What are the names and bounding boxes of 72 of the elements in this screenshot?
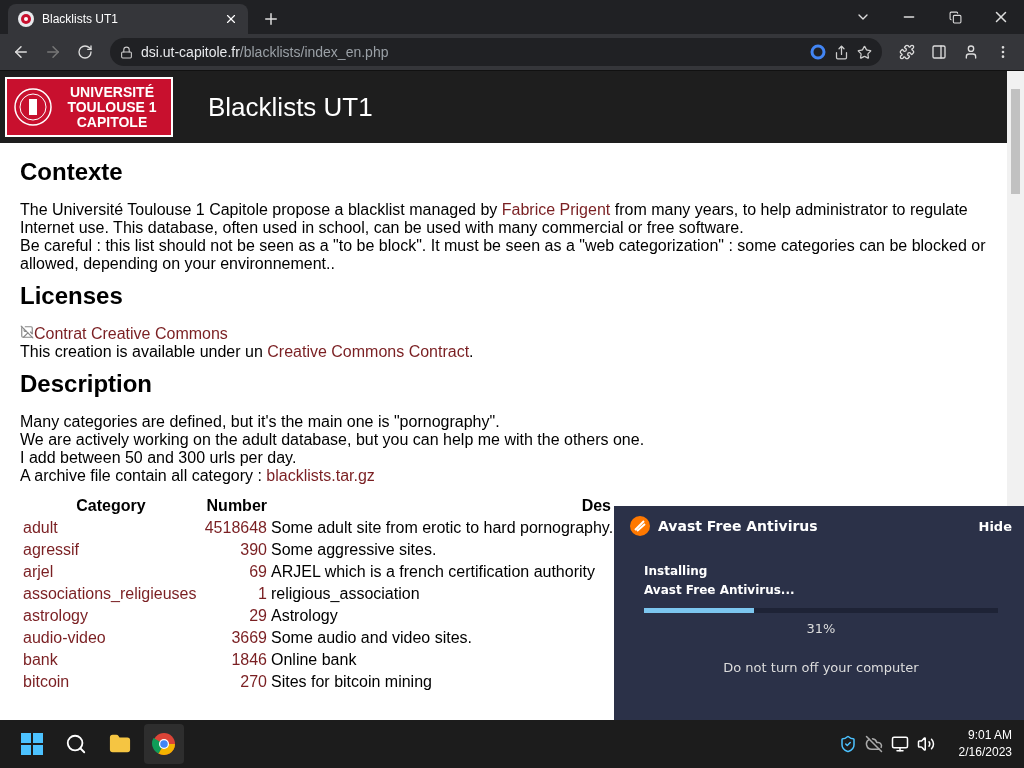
hide-button[interactable]: Hide [978, 518, 1012, 534]
security-icon[interactable] [838, 735, 857, 753]
category-link[interactable]: astrology [23, 607, 199, 625]
address-field[interactable]: dsi.ut-capitole.fr/blacklists/index_en.php [110, 38, 882, 66]
category-link[interactable]: associations_religieuses [23, 585, 199, 603]
category-link[interactable]: arjel [23, 563, 199, 581]
lock-icon [120, 45, 133, 59]
table-cell-text: 270 [239, 673, 267, 691]
column-header: Des [580, 497, 611, 515]
text-link[interactable]: blacklists.tar.gz [266, 467, 375, 484]
table-cell-text: 390 [239, 541, 267, 559]
browser-icon [152, 732, 176, 756]
cloud-off-icon[interactable] [864, 735, 883, 753]
table-cell-text: 3669 [230, 629, 267, 647]
table-cell-text: Some audio and video sites. [271, 629, 473, 647]
section-heading: Licenses [20, 287, 124, 305]
table-cell-text: Some aggressive sites. [271, 541, 438, 559]
table-cell-text: 69 [248, 563, 267, 581]
seal-icon [13, 87, 53, 127]
windows-logo-icon[interactable] [21, 733, 43, 755]
popup-title: Avast Free Antivirus [658, 518, 819, 534]
table-cell-text: ARJEL which is a french certification authority [271, 563, 596, 581]
forward-icon[interactable] [44, 43, 62, 61]
table-cell-text: 29 [248, 607, 267, 625]
back-icon[interactable] [12, 43, 30, 61]
site-title: Blacklists UT1 [208, 91, 373, 123]
clock[interactable]: 9:01 AM 2/16/2023 [958, 727, 1012, 761]
warning-text: Do not turn off your computer [723, 660, 919, 675]
share-icon[interactable] [834, 44, 849, 60]
table-cell-text: Online bank [271, 651, 358, 669]
category-link[interactable]: adult [23, 519, 199, 537]
paragraph: This creation is available under un Creative Commons Contract. [20, 343, 475, 361]
category-link[interactable]: bitcoin [23, 673, 199, 691]
folder-icon[interactable] [109, 733, 131, 755]
search-icon[interactable] [65, 733, 87, 755]
category-link[interactable]: agressif [23, 541, 199, 559]
logo-text: UNIVERSITÉ [70, 84, 154, 100]
close-icon[interactable] [224, 12, 238, 26]
paragraph: The Université Toulouse 1 Capitole propose a blacklist managed by Fabrice Prigent from many years, to help administrator to regulate Internet use. This database, often used in school, can be used with many commercial or free software. Be careful : this list should not be seen as a "to be block". It must be seen as a "web categorization" : some categories can be blocked or allowed, depending on your environnement.. [20, 201, 987, 273]
reload-icon[interactable] [77, 44, 93, 60]
table-cell: Some adult site from erotic to hard pornography. [271, 519, 611, 537]
section-heading: Contexte [20, 163, 124, 181]
progress-percent: 31% [806, 621, 836, 636]
column-header: Category [75, 497, 147, 515]
status-text: Installing Avast Free Antivirus... [644, 563, 796, 599]
table-cell-text: 1 [257, 585, 267, 603]
network-icon[interactable] [890, 735, 909, 753]
paragraph: Many categories are defined, but it's the main one is "pornography". We are actively working on the adult database, but you can help me with the others one. I add between 50 and 300 urls per day. A archive file contain all category : blacklists.tar.gz [20, 413, 646, 485]
side-panel-icon[interactable] [931, 44, 947, 60]
logo-text: CAPITOLE [76, 114, 148, 130]
browser-taskbar-button[interactable] [144, 724, 184, 764]
table-cell-text: 1846 [230, 651, 267, 669]
puzzle-icon[interactable] [899, 44, 915, 60]
site-icon [18, 11, 34, 27]
profile-icon[interactable] [963, 44, 979, 60]
text-link[interactable]: Fabrice Prigent [501, 201, 611, 218]
app-logo-icon [630, 516, 650, 536]
category-link[interactable]: bank [23, 651, 199, 669]
broken-image-link[interactable]: Contrat Creative Commons [34, 325, 228, 343]
column-header: Number [205, 497, 267, 515]
table-cell-text: Sites for bitcoin mining [271, 673, 433, 691]
restore-icon[interactable] [948, 10, 962, 24]
broken-image-icon [20, 325, 34, 339]
table-cell-text: Astrology [271, 607, 339, 625]
logo-text: TOULOUSE 1 [67, 99, 157, 115]
table-cell-text: religious_association [271, 585, 421, 603]
browser-tab[interactable]: Blacklists UT1 [8, 4, 248, 34]
category-link[interactable]: audio-video [23, 629, 199, 647]
bookmark-star-icon[interactable] [857, 44, 872, 60]
volume-icon[interactable] [916, 735, 935, 753]
table-cell: 4518648 [203, 519, 267, 537]
new-tab-icon[interactable] [262, 10, 280, 28]
